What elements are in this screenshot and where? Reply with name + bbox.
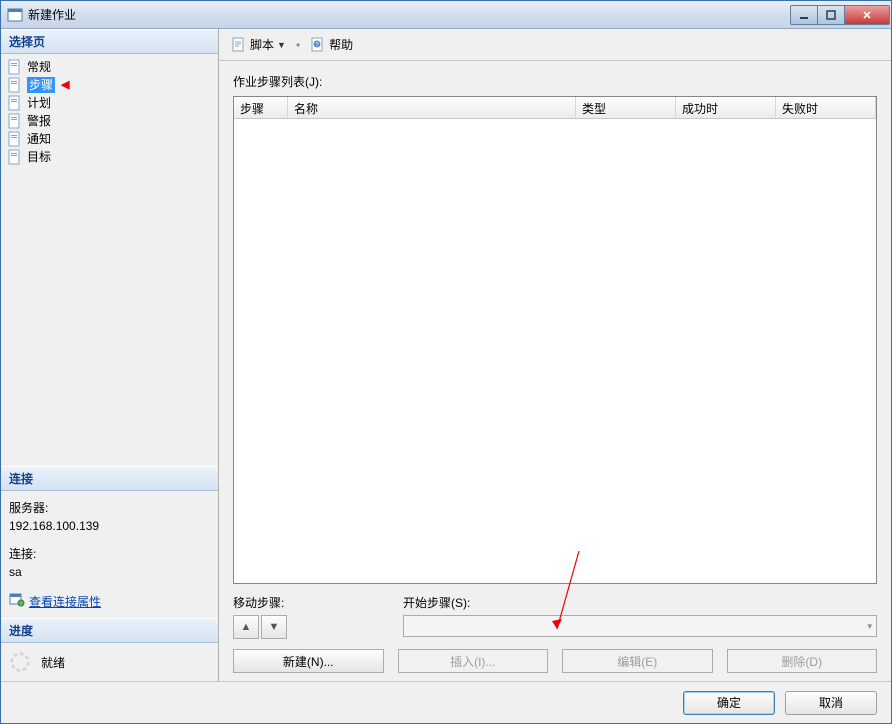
move-step-label: 移动步骤: (233, 594, 373, 611)
connection-section: 服务器: 192.168.100.139 连接: sa 查看连接属性 (1, 491, 218, 618)
insert-button: 插入(I)... (398, 649, 549, 673)
select-page-header: 选择页 (1, 29, 218, 54)
toolbar-separator: • (296, 38, 300, 52)
chevron-down-icon: ▾ (867, 621, 872, 632)
spinner-icon (9, 651, 31, 673)
progress-header: 进度 (1, 618, 218, 643)
titlebar: 新建作业 (1, 1, 891, 29)
grid-body (234, 119, 876, 583)
col-step[interactable]: 步骤 (234, 97, 288, 118)
maximize-button[interactable] (817, 5, 845, 25)
help-button[interactable]: ? 帮助 (306, 34, 357, 55)
delete-button: 删除(D) (727, 649, 878, 673)
arrow-up-icon: ▲ (241, 621, 252, 633)
page-icon (7, 149, 23, 165)
chevron-down-icon: ▼ (277, 40, 286, 50)
sidebar-item-label: 目标 (27, 149, 51, 165)
dialog-footer: 确定 取消 (1, 681, 891, 723)
page-icon (7, 113, 23, 129)
page-icon (7, 59, 23, 75)
script-label: 脚本 (250, 36, 274, 53)
sidebar-item-notify[interactable]: 通知 (5, 130, 214, 148)
script-icon (231, 37, 247, 53)
edit-button-label: 编辑(E) (617, 653, 657, 670)
edit-button: 编辑(E) (562, 649, 713, 673)
page-icon (7, 131, 23, 147)
sidebar-item-label: 步骤 (27, 77, 55, 93)
sidebar-item-steps[interactable]: 步骤 ◀ (5, 76, 214, 94)
close-button[interactable] (844, 5, 890, 25)
sidebar-item-label: 警报 (27, 113, 51, 129)
script-dropdown[interactable]: 脚本 ▼ (227, 34, 290, 55)
properties-icon (9, 591, 25, 612)
col-type[interactable]: 类型 (576, 97, 676, 118)
sidebar-item-alert[interactable]: 警报 (5, 112, 214, 130)
connection-label: 连接: (9, 545, 210, 563)
col-success[interactable]: 成功时 (676, 97, 776, 118)
view-connection-properties-link[interactable]: 查看连接属性 (9, 591, 101, 612)
connection-value: sa (9, 563, 210, 581)
sidebar-item-general[interactable]: 常规 (5, 58, 214, 76)
col-fail[interactable]: 失败时 (776, 97, 876, 118)
left-panel: 选择页 常规 步骤 ◀ (1, 29, 219, 681)
sidebar-item-schedule[interactable]: 计划 (5, 94, 214, 112)
ok-button-label: 确定 (717, 694, 741, 711)
new-button-label: 新建(N)... (283, 653, 334, 670)
connection-header: 连接 (1, 466, 218, 491)
insert-button-label: 插入(I)... (450, 653, 495, 670)
progress-section: 就绪 (1, 643, 218, 681)
page-icon (7, 95, 23, 111)
step-list-label: 作业步骤列表(J): (233, 73, 877, 90)
server-value: 192.168.100.139 (9, 517, 210, 535)
window-title: 新建作业 (28, 6, 76, 23)
red-arrow-icon: ◀ (61, 77, 69, 93)
help-label: 帮助 (329, 36, 353, 53)
cancel-button[interactable]: 取消 (785, 691, 877, 715)
toolbar: 脚本 ▼ • ? 帮助 (219, 29, 891, 61)
page-tree: 常规 步骤 ◀ 计划 (1, 54, 218, 466)
cancel-button-label: 取消 (819, 694, 843, 711)
ok-button[interactable]: 确定 (683, 691, 775, 715)
move-step-group: 移动步骤: ▲ ▼ (233, 594, 373, 639)
sidebar-item-label: 计划 (27, 95, 51, 111)
grid-header: 步骤 名称 类型 成功时 失败时 (234, 97, 876, 119)
new-button[interactable]: 新建(N)... (233, 649, 384, 673)
minimize-button[interactable] (790, 5, 818, 25)
right-panel: 脚本 ▼ • ? 帮助 作业步骤列表(J): 步骤 名称 类型 (219, 29, 891, 681)
move-up-button[interactable]: ▲ (233, 615, 259, 639)
page-icon (7, 77, 23, 93)
content-area: 作业步骤列表(J): 步骤 名称 类型 成功时 失败时 移动步骤: (219, 61, 891, 681)
view-connection-properties-label: 查看连接属性 (29, 593, 101, 611)
app-icon (7, 7, 23, 23)
progress-status: 就绪 (41, 654, 65, 671)
move-down-button[interactable]: ▼ (261, 615, 287, 639)
sidebar-item-label: 通知 (27, 131, 51, 147)
arrow-down-icon: ▼ (269, 621, 280, 633)
step-grid[interactable]: 步骤 名称 类型 成功时 失败时 (233, 96, 877, 584)
sidebar-item-label: 常规 (27, 59, 51, 75)
start-step-combo[interactable]: ▾ (403, 615, 877, 637)
start-step-label: 开始步骤(S): (403, 594, 877, 611)
sidebar-item-target[interactable]: 目标 (5, 148, 214, 166)
col-name[interactable]: 名称 (288, 97, 576, 118)
delete-button-label: 删除(D) (781, 653, 822, 670)
start-step-group: 开始步骤(S): ▾ (403, 594, 877, 637)
help-icon: ? (310, 37, 326, 53)
server-label: 服务器: (9, 499, 210, 517)
